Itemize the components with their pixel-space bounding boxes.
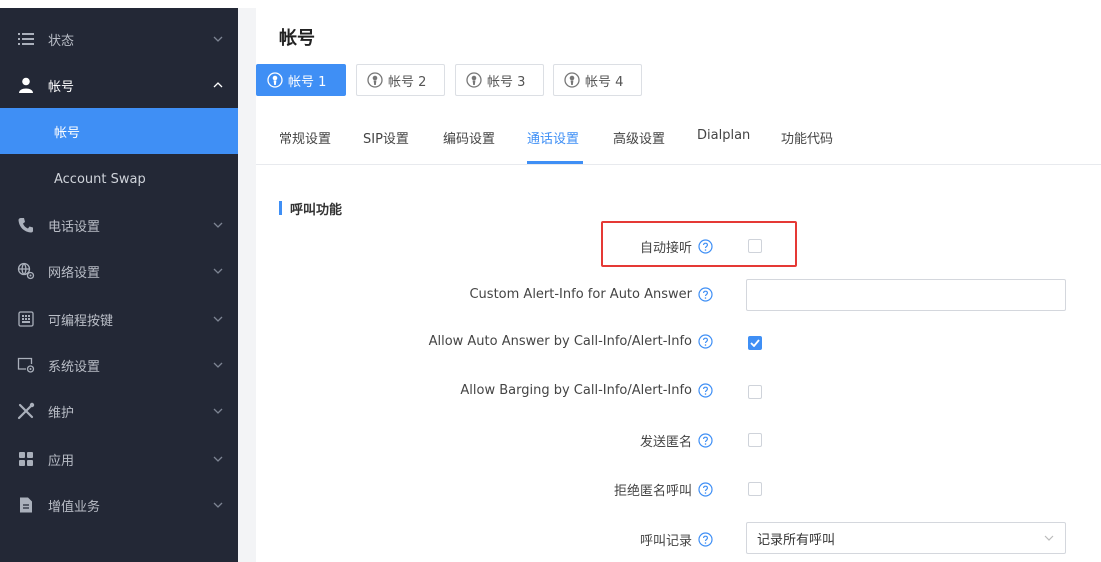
field-label: 拒绝匿名呼叫 [613,484,692,499]
tab-feature-codes[interactable]: 功能代码 [781,128,833,147]
sidebar-item-label: 电话设置 [48,219,101,235]
sidebar-item-label: 状态 [48,33,75,49]
sidebar-subitem-account-swap[interactable]: Account Swap [0,156,238,202]
account-badge-icon [367,72,383,88]
keypad-icon [16,309,36,329]
custom-alert-info-label: Custom Alert-Info for Auto Answer [469,287,713,302]
sidebar-item-label: 帐号 [48,79,75,95]
sidebar: 状态 帐号 帐号 Account Swap 电话设置 网络设置 可编程按键 系统… [0,8,238,562]
sidebar-item-label: 增值业务 [48,499,101,515]
chevron-down-icon [210,502,226,508]
tab-account-1[interactable]: 帐号 1 [256,64,346,96]
tab-dialplan[interactable]: Dialplan [697,128,750,143]
sidebar-item-value-added[interactable]: 增值业务 [0,482,238,528]
chevron-down-icon [210,316,226,322]
network-icon [16,261,36,281]
chevron-down-icon [210,36,226,42]
call-log-select[interactable]: 记录所有呼叫 [746,522,1066,554]
top-gap [0,0,1101,8]
sidebar-item-label: 帐号 [54,125,81,141]
help-icon[interactable] [698,482,713,497]
sidebar-item-network-settings[interactable]: 网络设置 [0,248,238,294]
sidebar-item-status[interactable]: 状态 [0,16,238,62]
sidebar-item-label: 应用 [48,453,75,469]
field-label: Custom Alert-Info for Auto Answer [469,287,692,302]
sidebar-item-programmable-keys[interactable]: 可编程按键 [0,296,238,342]
tab-codec-settings[interactable]: 编码设置 [443,128,495,147]
sidebar-item-apps[interactable]: 应用 [0,436,238,482]
allow-barging-label: Allow Barging by Call-Info/Alert-Info [460,383,713,398]
system-settings-icon [16,355,36,375]
tools-icon [16,401,36,421]
person-icon [16,75,36,95]
help-icon[interactable] [698,383,713,398]
page-title: 帐号 [279,28,315,49]
tab-label: 帐号 1 [288,74,327,90]
chevron-down-icon [210,222,226,228]
content-gutter [238,8,256,562]
highlight-box [601,221,797,267]
tab-call-settings[interactable]: 通话设置 [527,128,579,147]
sidebar-item-maintenance[interactable]: 维护 [0,388,238,434]
tab-account-3[interactable]: 帐号 3 [455,64,544,96]
help-icon[interactable] [698,532,713,547]
tabs-divider [256,164,1101,165]
sidebar-subitem-account[interactable]: 帐号 [0,108,238,154]
chevron-down-icon [210,268,226,274]
field-label: Allow Barging by Call-Info/Alert-Info [460,383,692,398]
call-log-label: 呼叫记录 [640,530,713,549]
apps-icon [16,449,36,469]
tab-account-2[interactable]: 帐号 2 [356,64,445,96]
help-icon[interactable] [698,287,713,302]
section-title: 呼叫功能 [290,203,343,218]
help-icon[interactable] [698,433,713,448]
sidebar-item-phone-settings[interactable]: 电话设置 [0,202,238,248]
field-label: 发送匿名 [639,435,692,450]
chevron-down-icon [210,456,226,462]
sidebar-item-label: 维护 [48,405,75,421]
list-icon [16,29,36,49]
tab-label: 帐号 4 [585,74,624,90]
account-badge-icon [466,72,482,88]
send-anonymous-label: 发送匿名 [640,431,713,450]
section-marker [279,201,282,215]
send-anonymous-checkbox[interactable] [748,433,762,447]
allow-barging-checkbox[interactable] [748,385,762,399]
custom-alert-info-input[interactable] [746,279,1066,311]
allow-auto-answer-label: Allow Auto Answer by Call-Info/Alert-Inf… [429,334,713,349]
phone-icon [16,215,36,235]
document-icon [16,495,36,515]
field-label: 呼叫记录 [639,534,692,549]
tab-advanced-settings[interactable]: 高级设置 [613,128,665,147]
sidebar-item-label: 可编程按键 [48,313,114,329]
checkmark-icon [750,339,760,347]
field-label: Allow Auto Answer by Call-Info/Alert-Inf… [428,334,692,349]
tab-account-4[interactable]: 帐号 4 [553,64,642,96]
sidebar-item-label: Account Swap [54,171,146,187]
select-value: 记录所有呼叫 [757,532,836,548]
tab-label: 帐号 3 [487,74,526,90]
tab-general-settings[interactable]: 常规设置 [279,128,331,147]
chevron-down-icon [1043,532,1055,544]
chevron-down-icon [210,408,226,414]
allow-auto-answer-checkbox[interactable] [748,336,762,350]
sidebar-item-account[interactable]: 帐号 [0,62,238,108]
help-icon[interactable] [698,334,713,349]
sidebar-item-label: 系统设置 [48,359,101,375]
tab-label: 帐号 2 [388,74,427,90]
chevron-down-icon [210,362,226,368]
reject-anonymous-label: 拒绝匿名呼叫 [614,480,713,499]
sidebar-item-system-settings[interactable]: 系统设置 [0,342,238,388]
chevron-up-icon [210,82,226,88]
account-badge-icon [564,72,580,88]
tab-sip-settings[interactable]: SIP设置 [363,128,409,147]
sidebar-item-label: 网络设置 [48,265,101,281]
account-badge-icon [267,72,283,88]
reject-anonymous-checkbox[interactable] [748,482,762,496]
